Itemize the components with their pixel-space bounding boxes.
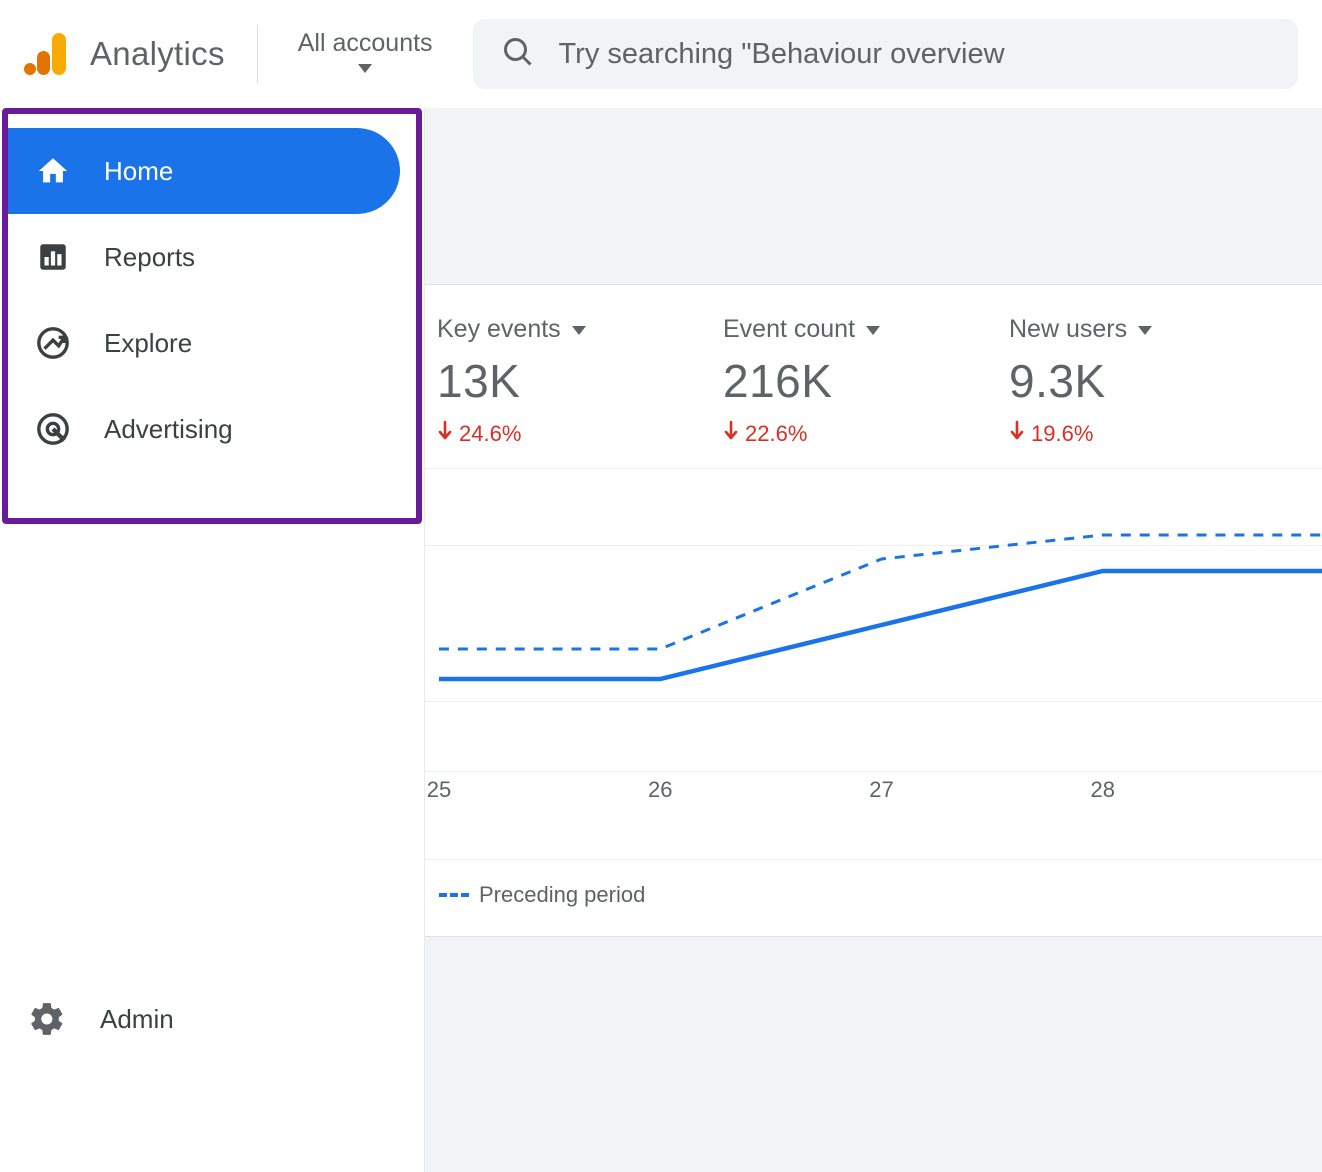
metric-value: 216K [723, 354, 953, 408]
vertical-divider [257, 25, 258, 83]
chevron-down-icon [865, 315, 881, 344]
account-picker[interactable]: All accounts [284, 29, 447, 80]
account-picker-label: All accounts [298, 29, 433, 58]
arrow-down-icon [1009, 420, 1025, 448]
chevron-down-icon [571, 315, 587, 344]
search-input[interactable]: Try searching "Behaviour overview [473, 19, 1298, 89]
x-axis-tick: 25 [427, 777, 451, 803]
metrics-row: Key events 13K 24.6% Event count 216K 22.6% Ne… [425, 285, 1322, 469]
metric-selector[interactable]: Event count [723, 315, 953, 344]
search-icon [503, 37, 533, 72]
metric-delta: 19.6% [1009, 420, 1239, 448]
sidebar: Home Reports Explore Advertising Admin [0, 108, 424, 1172]
x-axis-tick: 26 [648, 777, 672, 803]
chart-x-axis: 25 26 27 28 [425, 777, 1322, 807]
arrow-down-icon [723, 420, 739, 448]
metric-selector[interactable]: Key events [437, 315, 667, 344]
trend-chart: 25 26 27 28 [425, 469, 1322, 859]
metric-selector[interactable]: New users [1009, 315, 1239, 344]
sidebar-item-reports[interactable]: Reports [8, 214, 400, 300]
brand: Analytics [24, 31, 225, 77]
legend-label-preceding: Preceding period [479, 882, 645, 908]
metric-delta: 24.6% [437, 420, 667, 448]
sidebar-item-label: Home [104, 156, 173, 187]
metric-card: Event count 216K 22.6% [723, 315, 953, 448]
search-hint: Try searching "Behaviour overview [559, 38, 1005, 71]
sidebar-item-explore[interactable]: Explore [8, 300, 400, 386]
sidebar-item-admin[interactable]: Admin [0, 976, 424, 1062]
home-icon [36, 154, 70, 188]
brand-name: Analytics [90, 35, 225, 73]
sidebar-item-label: Admin [100, 1004, 174, 1035]
sidebar-item-advertising[interactable]: Advertising [8, 386, 400, 472]
metric-delta: 22.6% [723, 420, 953, 448]
metric-label: Key events [437, 315, 561, 344]
metric-value: 13K [437, 354, 667, 408]
arrow-down-icon [437, 420, 453, 448]
legend-swatch-dashed [439, 893, 469, 897]
chevron-down-icon [357, 62, 373, 80]
metric-label: Event count [723, 315, 855, 344]
chart-legend: Preceding period [425, 859, 1322, 936]
x-axis-tick: 27 [869, 777, 893, 803]
chevron-down-icon [1137, 315, 1153, 344]
metric-card: New users 9.3K 19.6% [1009, 315, 1239, 448]
x-axis-tick: 28 [1090, 777, 1114, 803]
sidebar-item-home[interactable]: Home [8, 128, 400, 214]
explore-icon [36, 326, 70, 360]
metric-value: 9.3K [1009, 354, 1239, 408]
sidebar-item-label: Advertising [104, 414, 233, 445]
analytics-logo-icon [24, 31, 70, 77]
metric-card: Key events 13K 24.6% [437, 315, 667, 448]
sidebar-item-label: Explore [104, 328, 192, 359]
sidebar-highlight-box: Home Reports Explore Advertising [2, 108, 422, 524]
sidebar-item-label: Reports [104, 242, 195, 273]
metric-label: New users [1009, 315, 1127, 344]
advertising-icon [36, 412, 70, 446]
app-header: Analytics All accounts Try searching "Be… [0, 0, 1322, 108]
main-content: Key events 13K 24.6% Event count 216K 22.6% Ne… [424, 108, 1322, 1172]
reports-icon [36, 240, 70, 274]
gear-icon [28, 1000, 66, 1038]
